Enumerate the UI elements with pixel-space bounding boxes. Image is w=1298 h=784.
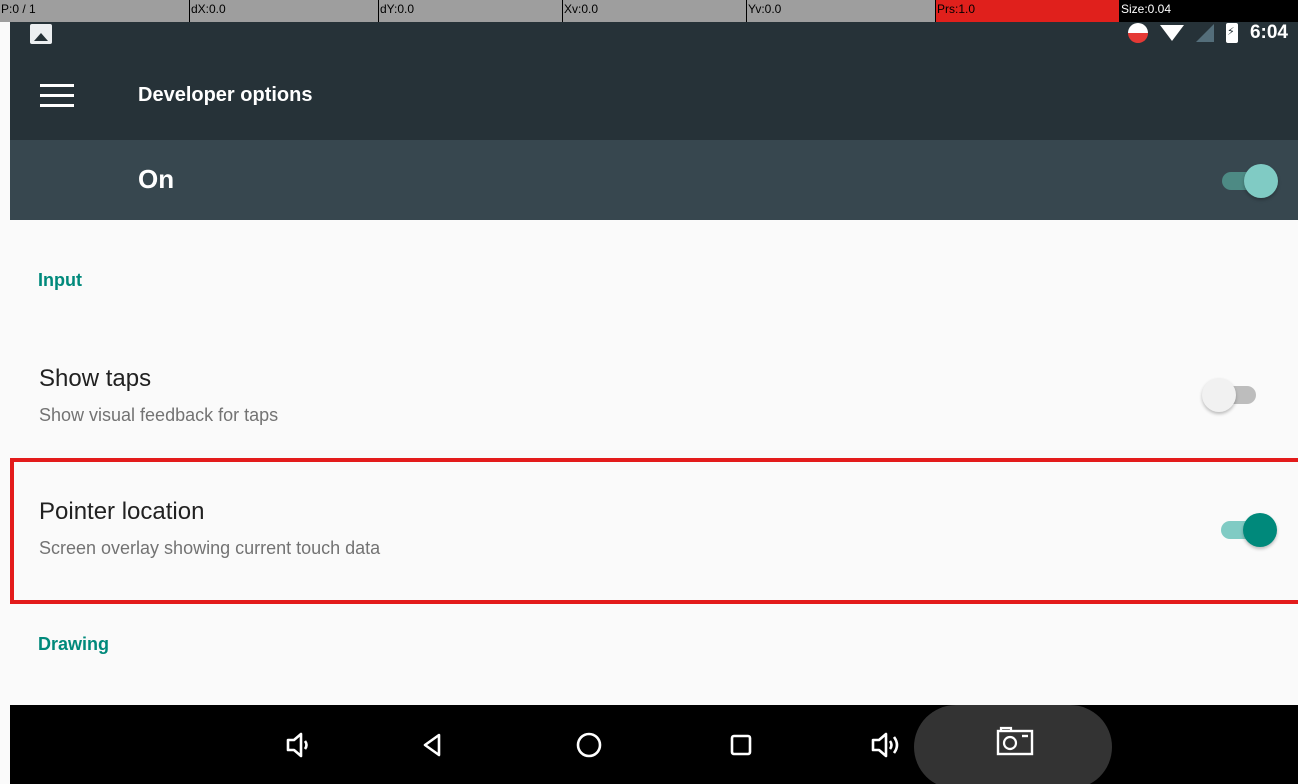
preferences-list: Input Show taps Show visual feedback for… (10, 220, 1298, 705)
category-header-input: Input (38, 270, 82, 290)
status-icons: 6:04 (1127, 18, 1288, 48)
cell-signal-icon (1195, 24, 1214, 42)
home-icon[interactable] (571, 727, 607, 763)
show-taps-summary: Show visual feedback for taps (39, 405, 279, 425)
pointer-location-summary: Screen overlay showing current touch dat… (39, 538, 381, 558)
volume-up-icon[interactable] (868, 727, 904, 763)
app-toolbar: Developer options (10, 52, 1298, 140)
velocity-y-readout: Yv:0.0 (746, 0, 935, 22)
delta-x-readout: dX:0.0 (189, 0, 378, 22)
master-switch-toggle[interactable] (1216, 162, 1278, 198)
category-header-drawing: Drawing (38, 634, 110, 654)
preference-show-taps[interactable]: Show taps Show visual feedback for taps (10, 330, 1298, 450)
image-notification-icon (30, 24, 52, 44)
preference-pointer-location[interactable]: Pointer location Screen overlay showing … (10, 460, 1298, 600)
battery-charging-icon (1225, 23, 1238, 43)
sync-circle-icon (1127, 23, 1148, 43)
pointer-location-overlay: P:0 / 1 dX:0.0 dY:0.0 Xv:0.0 Yv:0.0 Prs:… (0, 0, 1298, 22)
delta-y-readout: dY:0.0 (378, 0, 562, 22)
master-switch-label: On (138, 164, 175, 194)
velocity-x-readout: Xv:0.0 (562, 0, 746, 22)
pressure-readout: Prs:1.0 (935, 0, 1119, 22)
page-title: Developer options (138, 84, 313, 106)
back-icon[interactable] (414, 727, 450, 763)
screenshot-camera-icon (995, 726, 1035, 762)
status-time: 6:04 (1249, 22, 1288, 43)
wifi-icon (1159, 25, 1184, 41)
master-switch-bar[interactable]: On (10, 140, 1298, 220)
volume-down-icon[interactable] (280, 727, 316, 763)
show-taps-switch[interactable] (1202, 376, 1264, 412)
pointer-location-switch[interactable] (1215, 511, 1277, 547)
screenshot-button[interactable] (914, 705, 1112, 784)
pointer-location-title: Pointer location (39, 498, 205, 525)
pointer-count-readout: P:0 / 1 (0, 0, 189, 22)
recents-icon[interactable] (723, 727, 759, 763)
show-taps-title: Show taps (39, 365, 152, 392)
hamburger-menu-icon[interactable] (40, 84, 74, 108)
